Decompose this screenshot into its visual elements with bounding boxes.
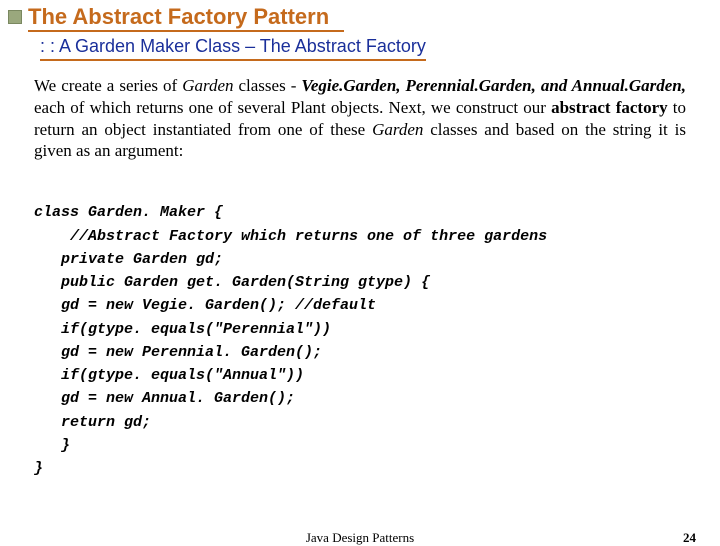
code-line: gd = new Perennial. Garden(); — [34, 344, 322, 361]
code-line: return gd; — [34, 414, 151, 431]
code-line: class Garden. Maker { — [34, 204, 223, 221]
code-line: //Abstract Factory which returns one of … — [34, 228, 547, 245]
code-line: } — [34, 460, 43, 477]
para-text: We create a series of — [34, 76, 182, 95]
code-line: if(gtype. equals("Annual")) — [34, 367, 304, 384]
para-bold: abstract factory — [551, 98, 668, 117]
footer-center: Java Design Patterns — [0, 530, 720, 546]
para-text: classes - — [234, 76, 302, 95]
body-paragraph: We create a series of Garden classes - V… — [0, 61, 720, 162]
para-class-names: Vegie.Garden, Perennial.Garden, and Annu… — [301, 76, 686, 95]
code-line: private Garden gd; — [34, 251, 223, 268]
subtitle: : : A Garden Maker Class – The Abstract … — [40, 36, 426, 61]
code-line: } — [34, 437, 70, 454]
code-line: gd = new Annual. Garden(); — [34, 390, 295, 407]
para-italic: Garden — [182, 76, 233, 95]
code-line: if(gtype. equals("Perennial")) — [34, 321, 331, 338]
subtitle-row: : : A Garden Maker Class – The Abstract … — [40, 36, 720, 61]
title-bullet-icon — [8, 10, 22, 24]
title-underline — [28, 30, 344, 32]
para-italic: Garden — [372, 120, 423, 139]
code-line: gd = new Vegie. Garden(); //default — [34, 297, 376, 314]
page-number: 24 — [683, 530, 696, 546]
para-text: each of which returns one of several Pla… — [34, 98, 551, 117]
title-bar: The Abstract Factory Pattern — [0, 0, 720, 28]
code-line: public Garden get. Garden(String gtype) … — [34, 274, 430, 291]
page-title: The Abstract Factory Pattern — [28, 6, 329, 28]
code-block: class Garden. Maker { //Abstract Factory… — [0, 162, 720, 480]
